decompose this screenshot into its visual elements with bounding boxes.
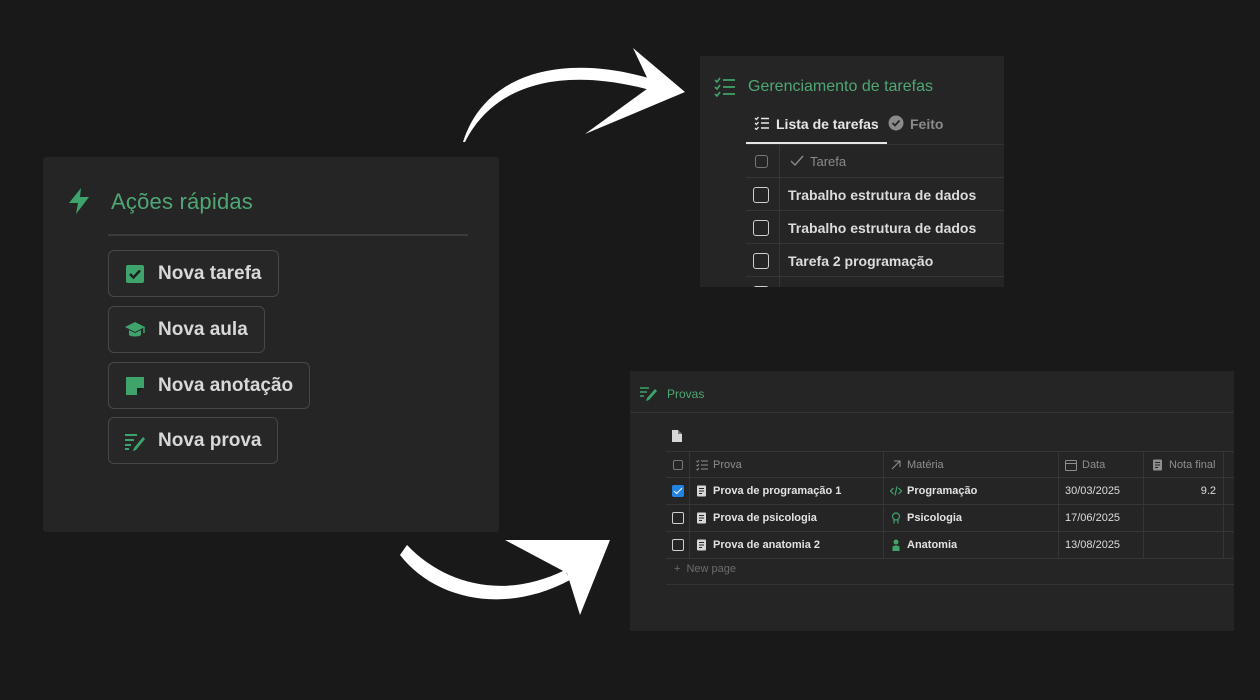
new-task-button[interactable]: Nova tarefa xyxy=(108,250,279,297)
document-icon xyxy=(696,539,708,551)
table-header-row: Tarefa xyxy=(746,145,1004,178)
task-title[interactable]: Tarefa 2 programação xyxy=(788,253,933,269)
body-icon xyxy=(890,539,902,551)
checklist-icon xyxy=(696,459,708,471)
exam-title[interactable]: Prova de psicologia xyxy=(713,512,817,524)
sticky-note-icon xyxy=(124,375,146,397)
table-header-row: Prova Matéria Data Nota final xyxy=(666,451,1234,478)
table-row[interactable]: Prova de programação 1 Programação 30/03… xyxy=(666,478,1234,505)
table-row[interactable]: Prova de psicologia Psicologia 17/06/202… xyxy=(666,505,1234,532)
checkbox-column-icon xyxy=(755,155,768,168)
column-header-task: Tarefa xyxy=(810,154,847,169)
exams-title: Provas xyxy=(667,387,705,401)
exam-date: 17/06/2025 xyxy=(1065,512,1121,524)
task-manager-title: Gerenciamento de tarefas xyxy=(748,78,933,95)
list-pencil-icon xyxy=(124,430,146,452)
tab-done-label: Feito xyxy=(910,116,944,132)
checkmark-icon xyxy=(790,154,804,172)
list-pencil-icon xyxy=(639,385,659,401)
task-checkbox[interactable] xyxy=(753,220,769,236)
task-title[interactable]: Trabalho estrutura de dados xyxy=(788,187,976,203)
divider xyxy=(630,412,1234,413)
new-exam-label: Nova prova xyxy=(158,429,262,451)
quick-actions-panel: Ações rápidas Nova tarefa Nova aula Nova… xyxy=(43,157,499,532)
exam-date: 13/08/2025 xyxy=(1065,539,1121,551)
tab-done[interactable]: Feito xyxy=(888,106,943,142)
calendar-icon xyxy=(1065,459,1077,471)
graduation-cap-icon xyxy=(124,319,146,341)
check-circle-icon xyxy=(888,115,904,134)
table-row[interactable]: Trabalho estrutura de dados xyxy=(746,211,1004,244)
task-manager-panel: Gerenciamento de tarefas Lista de tarefa… xyxy=(700,56,1004,287)
checklist-icon xyxy=(754,116,770,133)
document-icon xyxy=(696,485,708,497)
final-grade: 9.2 xyxy=(1200,485,1216,497)
exam-title[interactable]: Prova de anatomia 2 xyxy=(713,539,820,551)
checkbox-checked-icon xyxy=(124,263,146,285)
new-class-label: Nova aula xyxy=(158,318,248,340)
tab-task-list[interactable]: Lista de tarefas xyxy=(746,106,887,144)
column-header-final-grade: Nota final xyxy=(1169,459,1216,471)
exam-date: 30/03/2025 xyxy=(1065,485,1121,497)
code-icon xyxy=(890,485,902,497)
column-header-subject: Matéria xyxy=(907,459,944,471)
table-row[interactable]: Trabalho estrutura de dados xyxy=(746,178,1004,211)
new-page-button[interactable]: + New page xyxy=(674,563,736,575)
task-checkbox[interactable] xyxy=(753,187,769,203)
tab-task-list-label: Lista de tarefas xyxy=(776,116,879,132)
curved-arrow-icon xyxy=(455,42,695,152)
divider xyxy=(108,234,468,236)
checkbox-column-icon xyxy=(672,460,683,470)
task-checkbox[interactable] xyxy=(753,286,769,287)
new-page-label: New page xyxy=(686,563,736,575)
table-row[interactable] xyxy=(746,277,1004,287)
column-header-exam: Prova xyxy=(713,459,742,471)
new-task-label: Nova tarefa xyxy=(158,262,262,284)
subject-link[interactable]: Programação xyxy=(907,485,977,497)
table-row[interactable]: Tarefa 2 programação xyxy=(746,244,1004,277)
document-icon xyxy=(696,512,708,524)
exam-checkbox[interactable] xyxy=(671,485,684,497)
task-checkbox[interactable] xyxy=(753,253,769,269)
brain-head-icon xyxy=(890,512,902,524)
page-icon[interactable] xyxy=(672,429,682,442)
exam-checkbox[interactable] xyxy=(671,512,684,524)
exam-title[interactable]: Prova de programação 1 xyxy=(713,485,841,497)
column-header-date: Data xyxy=(1082,459,1106,471)
divider xyxy=(666,584,1234,585)
new-exam-button[interactable]: Nova prova xyxy=(108,417,279,464)
document-icon xyxy=(1152,459,1164,471)
lightning-bolt-icon xyxy=(67,187,91,215)
subject-link[interactable]: Psicologia xyxy=(907,512,962,524)
arrow-up-right-icon xyxy=(890,459,902,471)
new-note-label: Nova anotação xyxy=(158,374,294,396)
new-class-button[interactable]: Nova aula xyxy=(108,306,265,353)
checklist-icon xyxy=(714,77,736,98)
curved-arrow-icon xyxy=(395,525,620,620)
exam-checkbox[interactable] xyxy=(671,539,684,551)
exams-panel: Provas Prova Matéria Data Nota final Pro… xyxy=(630,371,1234,631)
new-note-button[interactable]: Nova anotação xyxy=(108,362,311,409)
table-row[interactable]: Prova de anatomia 2 Anatomia 13/08/2025 xyxy=(666,532,1234,559)
subject-link[interactable]: Anatomia xyxy=(907,539,957,551)
task-title[interactable]: Trabalho estrutura de dados xyxy=(788,220,976,236)
plus-icon: + xyxy=(674,563,681,575)
quick-actions-title: Ações rápidas xyxy=(111,189,254,214)
